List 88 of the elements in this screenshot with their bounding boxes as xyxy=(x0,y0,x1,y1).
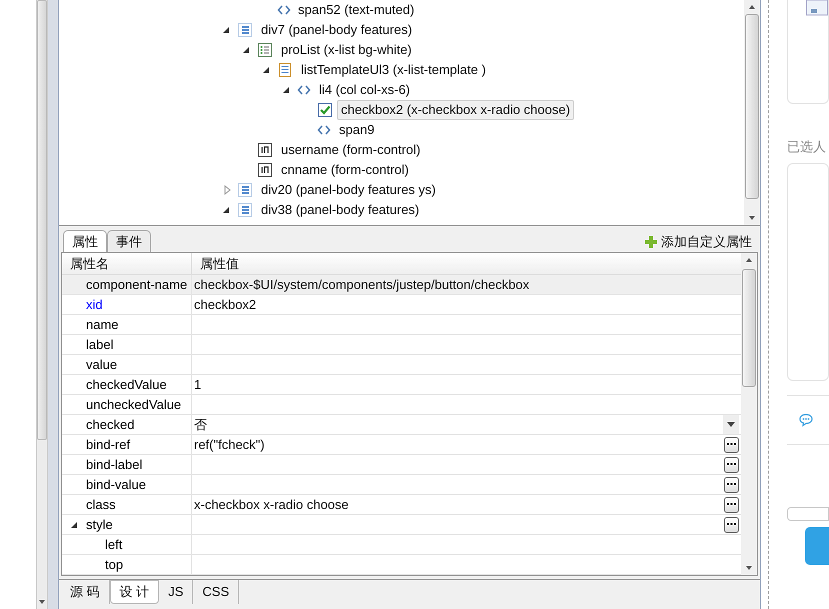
property-row[interactable]: checked 否 xyxy=(62,415,741,435)
code-tag-icon xyxy=(317,124,331,136)
input-field[interactable] xyxy=(787,506,829,520)
form-icon xyxy=(806,0,828,16)
tree-item[interactable]: div20 (panel-body features ys) xyxy=(257,180,440,200)
property-name: checkedValue xyxy=(86,376,167,394)
property-name: bind-value xyxy=(86,476,146,494)
property-name: uncheckedValue xyxy=(86,396,182,414)
property-name: bind-ref xyxy=(86,436,130,454)
property-name: name xyxy=(86,316,119,334)
tree-item[interactable]: div38 (panel-body features) xyxy=(257,200,424,220)
tree-item[interactable]: username (form-control) xyxy=(277,140,424,160)
ellipsis-icon xyxy=(727,443,736,446)
property-row[interactable]: name xyxy=(62,315,741,335)
ellipsis-icon xyxy=(727,483,736,486)
property-row[interactable]: checkedValue 1 xyxy=(62,375,741,395)
ellipsis-icon xyxy=(727,463,736,466)
chat-icon xyxy=(799,412,813,426)
property-value: checkbox-$UI/system/components/justep/button/checkbox xyxy=(194,276,530,294)
column-header[interactable]: 属性值 xyxy=(192,253,741,274)
ellipsis-icon xyxy=(727,523,736,526)
ellipsis-icon xyxy=(727,503,736,506)
list-icon xyxy=(257,42,273,58)
column-header[interactable]: 属性名 xyxy=(62,253,192,274)
list-icon xyxy=(237,22,253,38)
submit-button[interactable] xyxy=(805,526,829,564)
input-icon xyxy=(257,142,273,158)
tab[interactable]: 设 计 xyxy=(110,580,160,604)
property-name: class xyxy=(86,496,116,514)
dropdown-button[interactable] xyxy=(723,415,739,434)
input-icon xyxy=(257,162,273,178)
tree-item[interactable]: cnname (form-control) xyxy=(277,160,413,180)
list-icon xyxy=(237,202,253,218)
section-heading: 已选人 xyxy=(787,138,827,156)
property-row[interactable]: label xyxy=(62,335,741,355)
tree-item[interactable]: checkbox2 (x-checkbox x-radio choose) xyxy=(337,100,574,120)
tree-item[interactable]: span9 xyxy=(335,120,378,140)
tab[interactable]: 属性 xyxy=(63,230,107,252)
property-row[interactable]: style xyxy=(62,515,741,535)
list-icon xyxy=(237,182,253,198)
property-row[interactable]: bind-ref ref("fcheck") xyxy=(62,435,741,455)
property-value: checkbox2 xyxy=(194,296,256,314)
tab[interactable]: JS xyxy=(159,580,194,604)
property-row[interactable]: bind-label xyxy=(62,455,741,475)
ellipsis-button[interactable] xyxy=(724,516,739,532)
caret-icon xyxy=(727,422,735,427)
property-name: label xyxy=(86,336,114,354)
property-row[interactable]: top xyxy=(62,555,741,575)
property-row[interactable]: class x-checkbox x-radio choose xyxy=(62,495,741,515)
property-name: component-name xyxy=(86,276,188,294)
expanded-arrow-icon[interactable] xyxy=(70,520,78,528)
code-tag-icon xyxy=(297,84,311,96)
add-property-button[interactable]: 添加自定义属性 xyxy=(645,232,752,252)
property-value: 1 xyxy=(194,376,202,394)
ellipsis-button[interactable] xyxy=(724,496,739,512)
tree-item[interactable]: li4 (col col-xs-6) xyxy=(315,80,414,100)
property-row[interactable]: component-name checkbox-$UI/system/components/justep/button/checkbox xyxy=(62,275,741,295)
plus-icon xyxy=(645,236,657,248)
ellipsis-button[interactable] xyxy=(724,456,739,472)
property-name: checked xyxy=(86,416,134,434)
code-tag-icon xyxy=(277,4,291,16)
document-icon xyxy=(277,62,293,78)
property-value: 否 xyxy=(194,416,207,434)
property-value: ref("fcheck") xyxy=(194,436,265,454)
tab[interactable]: 事件 xyxy=(107,230,151,252)
ellipsis-button[interactable] xyxy=(724,476,739,492)
tree-item[interactable]: div7 (panel-body features) xyxy=(257,20,416,40)
property-row[interactable]: uncheckedValue xyxy=(62,395,741,415)
property-row[interactable]: bind-value xyxy=(62,475,741,495)
tab[interactable]: CSS xyxy=(193,580,240,604)
tree-item[interactable]: proList (x-list bg-white) xyxy=(277,40,416,60)
tree-item[interactable]: listTemplateUl3 (x-list-template ) xyxy=(297,60,490,80)
property-name: style xyxy=(86,516,113,534)
checkbox-icon xyxy=(317,102,333,118)
property-name: top xyxy=(105,556,124,574)
property-row[interactable]: left xyxy=(62,535,741,555)
property-value: x-checkbox x-radio choose xyxy=(194,496,349,514)
ellipsis-button[interactable] xyxy=(724,436,739,452)
property-name: value xyxy=(86,356,118,374)
property-name: left xyxy=(105,536,122,554)
property-row[interactable]: value xyxy=(62,355,741,375)
scrollbar[interactable] xyxy=(741,253,757,575)
property-name: xid xyxy=(86,296,103,314)
tree-item[interactable]: span52 (text-muted) xyxy=(295,0,418,20)
scrollbar[interactable] xyxy=(36,0,48,609)
property-row[interactable]: xid checkbox2 xyxy=(62,295,741,315)
property-name: bind-label xyxy=(86,456,142,474)
scrollbar[interactable] xyxy=(744,0,760,225)
